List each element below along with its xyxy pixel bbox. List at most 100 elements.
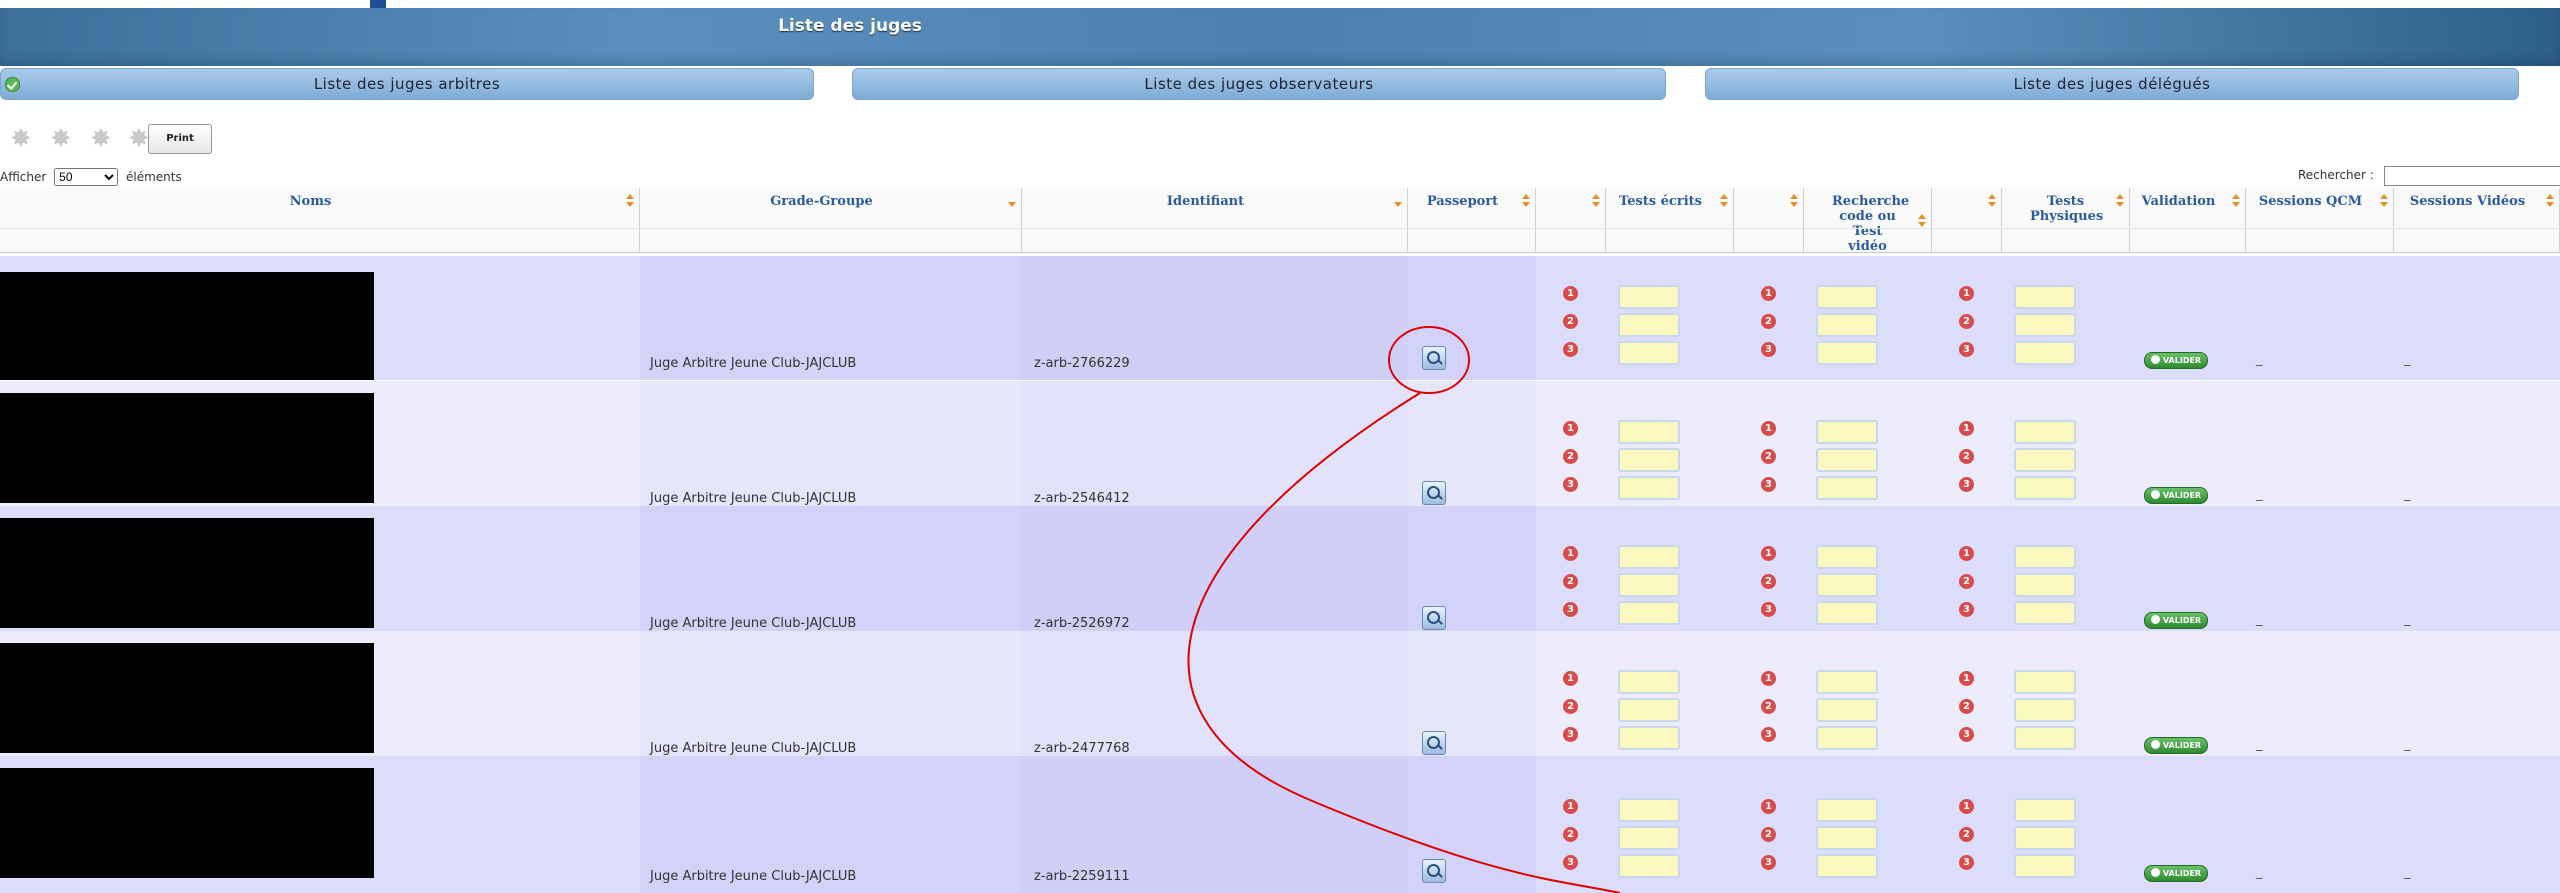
column-header-blank1[interactable] — [1536, 188, 1606, 253]
score-input[interactable] — [1618, 601, 1680, 625]
attempt-number-icon: 1 — [1761, 671, 1776, 686]
score-input[interactable] — [2014, 854, 2076, 878]
sort-both-icon[interactable] — [2377, 194, 2389, 210]
passport-icon[interactable] — [1422, 346, 1446, 370]
column-header-blank3[interactable] — [1932, 188, 2002, 253]
score-input[interactable] — [1618, 448, 1680, 472]
table-row[interactable]: Juge Arbitre Jeune Club-JAJCLUB z-arb-276… — [0, 256, 2560, 380]
validate-badge[interactable]: VALIDER — [2144, 352, 2208, 369]
score-input[interactable] — [1816, 545, 1878, 569]
validate-badge[interactable]: VALIDER — [2144, 612, 2208, 629]
score-input[interactable] — [2014, 285, 2076, 309]
column-header-sessions-videos[interactable]: Sessions Vidéos — [2394, 188, 2560, 253]
score-input[interactable] — [1816, 285, 1878, 309]
score-input[interactable] — [1618, 798, 1680, 822]
score-input[interactable] — [1816, 476, 1878, 500]
tab-juges-arbitres[interactable]: Liste des juges arbitres — [0, 68, 814, 100]
validate-badge[interactable]: VALIDER — [2144, 865, 2208, 882]
score-input[interactable] — [1816, 313, 1878, 337]
sort-both-icon[interactable] — [2229, 194, 2241, 210]
score-input[interactable] — [2014, 313, 2076, 337]
score-input[interactable] — [1816, 341, 1878, 365]
column-header-recherche[interactable]: Recherche code ou Test vidéo — [1804, 188, 1932, 254]
score-input[interactable] — [2014, 601, 2076, 625]
attempt-number-icon: 1 — [1761, 421, 1776, 436]
column-header-tests-ecrits[interactable]: Tests écrits — [1606, 188, 1734, 253]
attempt-number-icon: 2 — [1959, 574, 1974, 589]
score-input[interactable] — [1816, 573, 1878, 597]
score-input[interactable] — [1816, 601, 1878, 625]
score-input[interactable] — [2014, 420, 2076, 444]
score-input[interactable] — [1816, 726, 1878, 750]
validate-badge-label: VALIDER — [2162, 869, 2202, 878]
passport-icon[interactable] — [1422, 606, 1446, 630]
column-header-grade[interactable]: Grade-Groupe — [640, 188, 1022, 253]
score-input[interactable] — [1816, 448, 1878, 472]
score-input[interactable] — [1816, 420, 1878, 444]
score-input[interactable] — [1618, 573, 1680, 597]
table-row[interactable]: Juge Arbitre Jeune Club-JAJCLUB z-arb-247… — [0, 631, 2560, 765]
puzzle-icon[interactable]: ✸ — [10, 126, 36, 152]
tab-juges-observateurs[interactable]: Liste des juges observateurs — [852, 68, 1666, 100]
score-input[interactable] — [1816, 854, 1878, 878]
sort-both-icon[interactable] — [2543, 194, 2555, 210]
score-input[interactable] — [2014, 798, 2076, 822]
score-input[interactable] — [2014, 698, 2076, 722]
score-input[interactable] — [2014, 726, 2076, 750]
column-header-sessions-qcm[interactable]: Sessions QCM — [2246, 188, 2394, 253]
search-input[interactable] — [2384, 166, 2560, 186]
puzzle-icon[interactable]: ✸ — [90, 126, 116, 152]
score-input[interactable] — [1618, 670, 1680, 694]
score-input[interactable] — [1618, 420, 1680, 444]
sort-both-icon[interactable] — [1787, 194, 1799, 210]
score-input[interactable] — [1618, 854, 1680, 878]
score-input[interactable] — [1816, 798, 1878, 822]
puzzle-icon[interactable]: ✸ — [50, 126, 76, 152]
table-row[interactable]: Juge Arbitre Jeune Club-JAJCLUB z-arb-252… — [0, 506, 2560, 640]
score-input[interactable] — [1816, 698, 1878, 722]
score-input[interactable] — [2014, 341, 2076, 365]
score-input[interactable] — [2014, 476, 2076, 500]
score-input[interactable] — [1816, 670, 1878, 694]
sort-desc-icon[interactable] — [1005, 194, 1017, 210]
print-button[interactable]: Print — [148, 124, 212, 154]
tab-juges-delegues[interactable]: Liste des juges délégués — [1705, 68, 2519, 100]
column-header-identifiant[interactable]: Identifiant — [1022, 188, 1408, 253]
table-row[interactable]: Juge Arbitre Jeune Club-JAJCLUB z-arb-254… — [0, 381, 2560, 515]
sort-both-icon[interactable] — [1985, 194, 1997, 210]
score-input[interactable] — [1618, 698, 1680, 722]
sort-both-icon[interactable] — [2113, 194, 2125, 210]
score-input[interactable] — [1618, 545, 1680, 569]
score-input[interactable] — [2014, 826, 2076, 850]
score-input[interactable] — [2014, 670, 2076, 694]
passport-icon[interactable] — [1422, 481, 1446, 505]
score-input[interactable] — [1618, 826, 1680, 850]
sort-both-icon[interactable] — [1519, 194, 1531, 210]
sort-both-icon[interactable] — [1717, 194, 1729, 210]
score-input[interactable] — [1618, 285, 1680, 309]
column-header-passeport[interactable]: Passeport — [1408, 188, 1536, 253]
identifiant-text: z-arb-2259111 — [1034, 869, 1130, 884]
column-header-noms[interactable]: Noms — [0, 188, 640, 253]
top-strip — [0, 0, 2560, 8]
score-input[interactable] — [2014, 448, 2076, 472]
column-header-tests-physiques[interactable]: Tests Physiques — [2002, 188, 2130, 253]
validate-badge[interactable]: VALIDER — [2144, 487, 2208, 504]
score-input[interactable] — [1618, 726, 1680, 750]
sort-desc-icon[interactable] — [1391, 194, 1403, 210]
score-input[interactable] — [1816, 826, 1878, 850]
score-input[interactable] — [1618, 476, 1680, 500]
page-length-select[interactable]: 50 — [54, 168, 119, 186]
column-header-validation[interactable]: Validation — [2130, 188, 2246, 253]
score-input[interactable] — [2014, 573, 2076, 597]
sort-both-icon[interactable] — [623, 194, 635, 210]
passport-icon[interactable] — [1422, 731, 1446, 755]
score-input[interactable] — [1618, 341, 1680, 365]
validate-badge[interactable]: VALIDER — [2144, 737, 2208, 754]
column-header-blank2[interactable] — [1734, 188, 1804, 253]
score-input[interactable] — [1618, 313, 1680, 337]
sort-both-icon[interactable] — [1589, 194, 1601, 210]
table-row[interactable]: Juge Arbitre Jeune Club-JAJCLUB z-arb-225… — [0, 756, 2560, 893]
passport-icon[interactable] — [1422, 859, 1446, 883]
score-input[interactable] — [2014, 545, 2076, 569]
